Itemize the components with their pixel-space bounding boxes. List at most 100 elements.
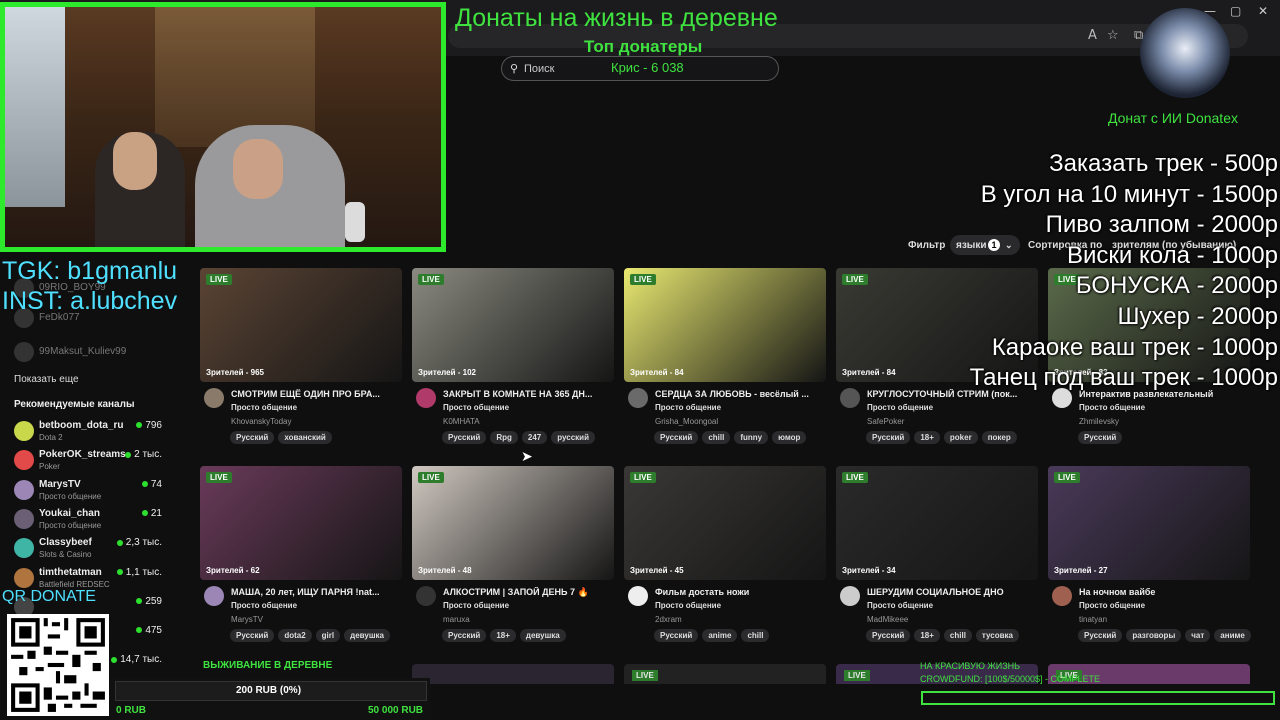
tag[interactable]: Русский bbox=[230, 629, 275, 642]
goal-max: 50 000 RUB bbox=[368, 705, 424, 716]
tag[interactable]: dota2 bbox=[278, 629, 312, 642]
channel-avatar[interactable] bbox=[840, 388, 860, 408]
tag[interactable]: Rpg bbox=[490, 431, 518, 444]
stream-category[interactable]: Просто общение bbox=[1079, 601, 1145, 610]
stream-thumbnail[interactable]: LIVE Зрителей - 965 bbox=[200, 268, 402, 382]
channel-name[interactable]: MarysTV bbox=[39, 479, 81, 490]
channel-avatar[interactable] bbox=[840, 586, 860, 606]
channel-name[interactable]: Youkai_chan bbox=[39, 508, 100, 519]
tag[interactable]: девушка bbox=[344, 629, 390, 642]
tag[interactable]: funny bbox=[734, 431, 769, 444]
tag[interactable]: girl bbox=[315, 629, 341, 642]
stream-thumbnail[interactable]: LIVE Зрителей - 62 bbox=[200, 466, 402, 580]
channel-avatar[interactable] bbox=[14, 508, 34, 529]
tag[interactable]: Русский bbox=[866, 629, 911, 642]
channel-name[interactable]: Zhmilevsky bbox=[1079, 417, 1119, 426]
channel-name[interactable]: K0MHATA bbox=[443, 417, 480, 426]
tag[interactable]: poker bbox=[943, 431, 978, 444]
stream-category[interactable]: Просто общение bbox=[867, 601, 933, 610]
tag[interactable]: Русский bbox=[1078, 629, 1123, 642]
channel-name[interactable]: MadMikeee bbox=[867, 615, 908, 624]
stream-title[interactable]: На ночном вайбе bbox=[1079, 587, 1254, 597]
channel-avatar[interactable] bbox=[204, 586, 224, 606]
channel-avatar[interactable] bbox=[14, 450, 34, 471]
tag[interactable]: хованский bbox=[278, 431, 332, 444]
channel-avatar[interactable] bbox=[416, 388, 436, 408]
stream-category[interactable]: Просто общение bbox=[231, 403, 297, 412]
channel-avatar[interactable] bbox=[628, 388, 648, 408]
partial-thumb[interactable] bbox=[412, 664, 614, 684]
tag[interactable]: девушка bbox=[519, 629, 566, 642]
tag[interactable]: anime bbox=[702, 629, 738, 642]
channel-avatar[interactable] bbox=[628, 586, 648, 606]
filter-label[interactable]: Фильтр bbox=[908, 240, 945, 251]
stream-title[interactable]: ЗАКРЫТ В КОМНАТЕ НА 365 ДН... bbox=[443, 389, 618, 399]
tag[interactable]: 18+ bbox=[490, 629, 516, 642]
followed-channel[interactable]: 99Maksut_Kuliev99 bbox=[39, 346, 126, 357]
channel-name[interactable]: timthetatman bbox=[39, 567, 102, 578]
tag[interactable]: Русский bbox=[866, 431, 911, 444]
stream-title[interactable]: АЛКОСТРИМ | ЗАПОЙ ДЕНЬ 7 🔥 bbox=[443, 587, 618, 598]
tag[interactable]: chill bbox=[943, 629, 972, 642]
tag[interactable]: разговоры bbox=[1126, 629, 1182, 642]
tag[interactable]: 247 bbox=[521, 431, 548, 444]
channel-avatar[interactable] bbox=[14, 567, 34, 588]
tag[interactable]: тусовка bbox=[975, 629, 1019, 642]
stream-category[interactable]: Просто общение bbox=[443, 601, 509, 610]
tag[interactable]: чат bbox=[1185, 629, 1211, 642]
channel-name[interactable]: maruxa bbox=[443, 615, 470, 624]
channel-avatar[interactable] bbox=[14, 479, 34, 500]
channel-avatar[interactable] bbox=[14, 538, 34, 559]
channel-avatar[interactable] bbox=[14, 421, 34, 441]
show-more-link[interactable]: Показать еще bbox=[14, 374, 79, 385]
tag[interactable]: Русский bbox=[654, 629, 699, 642]
stream-title[interactable]: ШЕРУДИМ СОЦИАЛЬНОЕ ДНО bbox=[867, 587, 1042, 597]
tag[interactable]: юмор bbox=[772, 431, 807, 444]
stream-category[interactable]: Просто общение bbox=[655, 403, 721, 412]
stream-thumbnail[interactable]: LIVE Зрителей - 27 bbox=[1048, 466, 1250, 580]
live-dot-icon bbox=[136, 422, 143, 429]
channel-name[interactable]: Classybeef bbox=[39, 537, 92, 548]
stream-category[interactable]: Просто общение bbox=[443, 403, 509, 412]
stream-category[interactable]: Просто общение bbox=[655, 601, 721, 610]
followed-avatar[interactable] bbox=[14, 342, 34, 362]
stream-category[interactable]: Просто общение bbox=[867, 403, 933, 412]
tag[interactable]: chill bbox=[702, 431, 731, 444]
stream-thumbnail[interactable]: LIVE Зрителей - 34 bbox=[836, 466, 1038, 580]
stream-category[interactable]: Просто общение bbox=[1079, 403, 1145, 412]
tag[interactable]: Русский bbox=[230, 431, 275, 444]
channel-category: Dota 2 bbox=[39, 433, 63, 442]
channel-name[interactable]: MarysTV bbox=[231, 615, 263, 624]
tag[interactable]: Русский bbox=[442, 629, 487, 642]
stream-title[interactable]: Фильм достать ножи bbox=[655, 587, 830, 597]
close-icon[interactable]: ✕ bbox=[1258, 4, 1268, 18]
favorite-star-icon[interactable]: ☆ bbox=[1107, 28, 1119, 43]
channel-avatar[interactable] bbox=[416, 586, 436, 606]
stream-category[interactable]: Просто общение bbox=[231, 601, 297, 610]
stream-thumbnail[interactable]: LIVE Зрителей - 45 bbox=[624, 466, 826, 580]
channel-name[interactable]: KhovanskyToday bbox=[231, 417, 291, 426]
tag[interactable]: Русский bbox=[442, 431, 487, 444]
tag[interactable]: Русский bbox=[1078, 431, 1123, 444]
tag[interactable]: Русский bbox=[654, 431, 699, 444]
channel-name[interactable]: 2dxram bbox=[655, 615, 682, 624]
read-aloud-icon[interactable]: A bbox=[1088, 28, 1097, 43]
channel-name[interactable]: tinatyan bbox=[1079, 615, 1107, 624]
stream-title[interactable]: СЕРДЦА ЗА ЛЮБОВЬ - весёлый ... bbox=[655, 389, 830, 399]
stream-thumbnail[interactable]: LIVE Зрителей - 84 bbox=[624, 268, 826, 382]
stream-thumbnail[interactable]: LIVE Зрителей - 102 bbox=[412, 268, 614, 382]
channel-avatar[interactable] bbox=[204, 388, 224, 408]
stream-thumbnail[interactable]: LIVE Зрителей - 48 bbox=[412, 466, 614, 580]
tag[interactable]: chill bbox=[741, 629, 770, 642]
tag[interactable]: 18+ bbox=[914, 629, 940, 642]
maximize-icon[interactable]: ▢ bbox=[1230, 4, 1241, 18]
tag[interactable]: покер bbox=[981, 431, 1017, 444]
channel-name[interactable]: SafePoker bbox=[867, 417, 904, 426]
channel-avatar[interactable] bbox=[1052, 586, 1072, 606]
tag[interactable]: аниме bbox=[1214, 629, 1251, 642]
stream-title[interactable]: СМОТРИМ ЕЩЁ ОДИН ПРО БРА... bbox=[231, 389, 406, 399]
tag[interactable]: русский bbox=[551, 431, 596, 444]
tag[interactable]: 18+ bbox=[914, 431, 940, 444]
stream-title[interactable]: МАША, 20 лет, ИЩУ ПАРНЯ !nat... bbox=[231, 587, 406, 597]
channel-name[interactable]: Grisha_Moongoal bbox=[655, 417, 718, 426]
